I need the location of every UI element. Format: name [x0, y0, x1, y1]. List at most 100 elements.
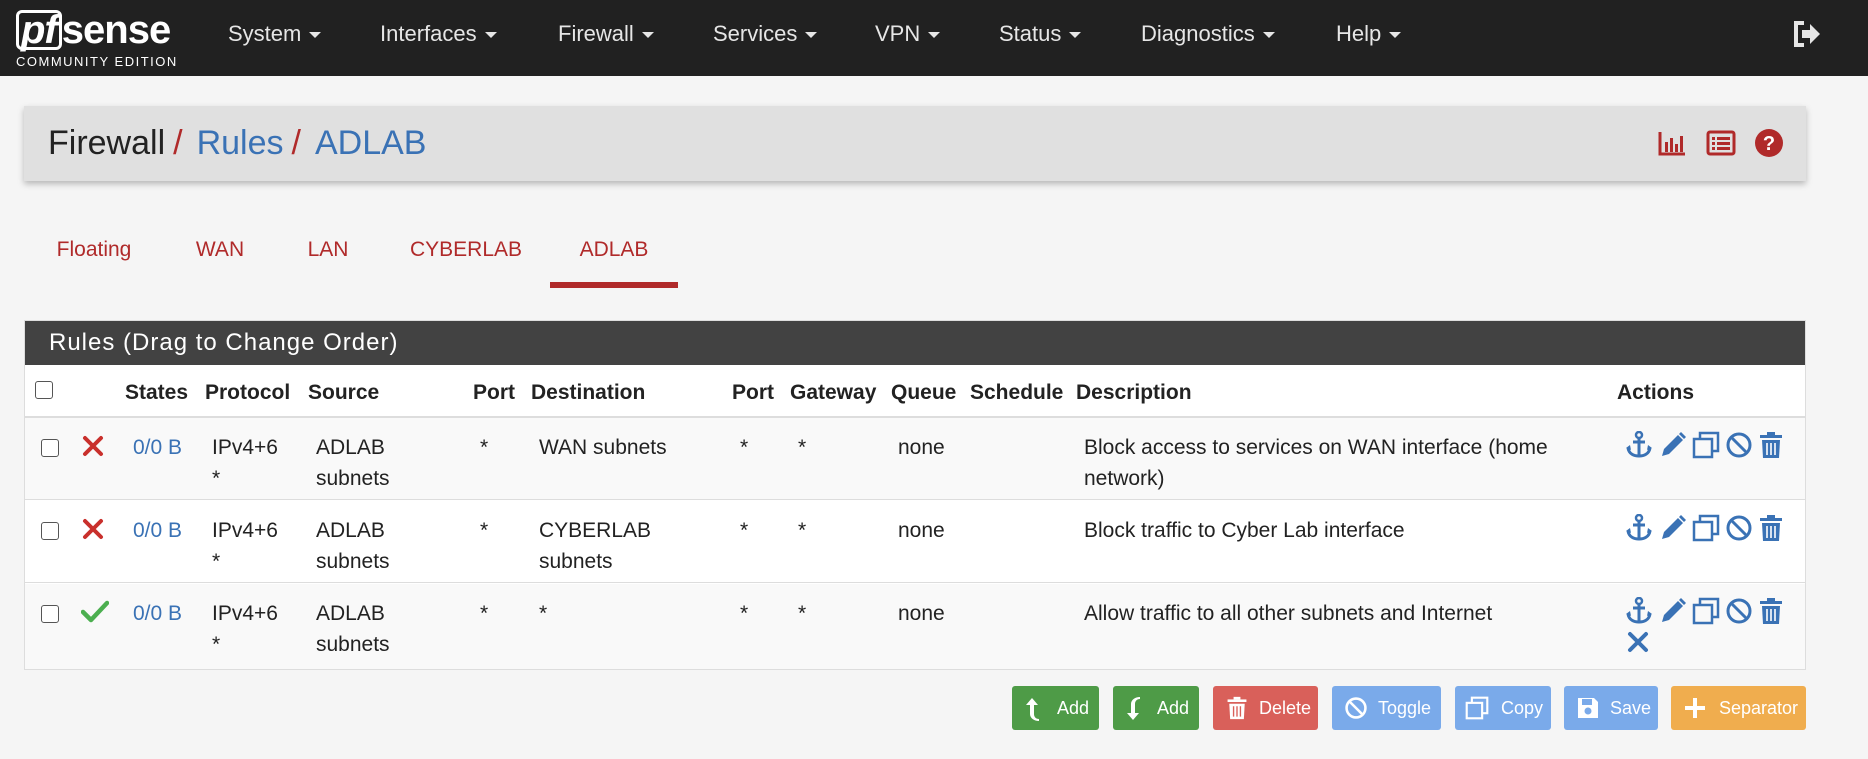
- dest-port-cell: *: [740, 519, 749, 542]
- copy-button[interactable]: Copy: [1455, 686, 1551, 730]
- edit-pencil-icon[interactable]: [1659, 514, 1687, 542]
- caret-down-icon: [805, 32, 818, 39]
- description-cell: Block traffic to Cyber Lab interface: [1084, 519, 1405, 542]
- col-header-source: Source: [308, 381, 380, 404]
- copy-rule-icon[interactable]: [1692, 597, 1720, 625]
- breadcrumb-rules-link[interactable]: Rules: [197, 124, 284, 162]
- block-x-icon: [81, 434, 105, 458]
- breadcrumb: Firewall / Rules / ADLAB: [48, 124, 426, 163]
- row-select-checkbox[interactable]: [41, 605, 59, 623]
- help-question-icon[interactable]: ?: [1754, 128, 1784, 158]
- tab-floating[interactable]: Floating: [54, 238, 134, 288]
- pfsense-logo[interactable]: pf sense COMMUNITY EDITION: [16, 6, 186, 70]
- add-bottom-button[interactable]: Add: [1113, 686, 1199, 730]
- toggle-button[interactable]: Toggle: [1332, 686, 1441, 730]
- edit-pencil-icon[interactable]: [1659, 597, 1687, 625]
- caret-down-icon: [641, 32, 654, 39]
- protocol-cell: IPv4+6 *: [212, 519, 278, 573]
- breadcrumb-shortcuts: ?: [1643, 128, 1784, 160]
- col-header-actions: Actions: [1617, 381, 1695, 404]
- floppy-disk-icon: [1578, 698, 1598, 718]
- description-cell: Allow traffic to all other subnets and I…: [1084, 602, 1493, 625]
- copy-icon: [1465, 696, 1489, 720]
- arrow-turn-up-icon: [1026, 698, 1039, 721]
- protocol-cell: IPv4+6 *: [212, 602, 278, 656]
- breadcrumb-separator: /: [291, 124, 301, 162]
- col-header-gateway: Gateway: [790, 381, 877, 404]
- logout-icon[interactable]: [1792, 20, 1822, 48]
- nav-system-menu[interactable]: System: [228, 0, 322, 68]
- source-cell: ADLAB subnets: [316, 519, 390, 573]
- tab-cyberlab[interactable]: CYBERLAB: [410, 238, 522, 288]
- source-cell: ADLAB subnets: [316, 436, 390, 490]
- col-header-states: States: [125, 381, 189, 404]
- separator-button[interactable]: Separator: [1671, 686, 1806, 730]
- arrow-turn-down-icon: [1127, 697, 1140, 720]
- tab-wan[interactable]: WAN: [194, 238, 246, 288]
- save-button[interactable]: Save: [1564, 686, 1658, 730]
- port-cell: *: [480, 519, 489, 542]
- copy-rule-icon[interactable]: [1692, 431, 1720, 459]
- nav-diagnostics-menu[interactable]: Diagnostics: [1141, 0, 1275, 68]
- add-top-button[interactable]: Add: [1012, 686, 1099, 730]
- caret-down-icon: [1262, 32, 1275, 39]
- delete-x-icon[interactable]: [1625, 629, 1651, 655]
- logo-edition: COMMUNITY EDITION: [16, 54, 178, 69]
- delete-trash-icon[interactable]: [1757, 431, 1785, 459]
- delete-trash-icon[interactable]: [1757, 514, 1785, 542]
- table-row[interactable]: 0/0 B IPv4+6 * ADLAB subnets * * * * none …: [25, 584, 1805, 669]
- row-select-checkbox[interactable]: [41, 522, 59, 540]
- port-cell: *: [480, 436, 489, 459]
- disable-ban-icon[interactable]: [1725, 597, 1753, 625]
- panel-title: Rules (Drag to Change Order): [25, 321, 1805, 365]
- dest-port-cell: *: [740, 436, 749, 459]
- anchor-icon[interactable]: [1625, 596, 1653, 625]
- delete-button[interactable]: Delete: [1213, 686, 1318, 730]
- nav-services-menu[interactable]: Services: [713, 0, 818, 68]
- breadcrumb-adlab-link[interactable]: ADLAB: [315, 124, 427, 162]
- anchor-icon[interactable]: [1625, 513, 1653, 542]
- queue-cell: none: [898, 519, 945, 542]
- table-row[interactable]: 0/0 B IPv4+6 * ADLAB subnets * CYBERLAB sub…: [25, 501, 1805, 583]
- top-navbar: pf sense COMMUNITY EDITION System Interfa…: [0, 0, 1868, 76]
- col-header-port: Port: [473, 381, 515, 404]
- row-select-checkbox[interactable]: [41, 439, 59, 457]
- states-link[interactable]: 0/0 B: [133, 598, 182, 629]
- states-link[interactable]: 0/0 B: [133, 432, 182, 463]
- destination-cell: *: [539, 602, 548, 625]
- dest-port-cell: *: [740, 602, 749, 625]
- col-header-schedule: Schedule: [970, 381, 1064, 404]
- nav-help-menu[interactable]: Help: [1336, 0, 1402, 68]
- caret-down-icon: [484, 32, 497, 39]
- nav-firewall-menu[interactable]: Firewall: [558, 0, 654, 68]
- tab-lan[interactable]: LAN: [305, 238, 351, 288]
- col-header-protocol: Protocol: [205, 381, 291, 404]
- table-row[interactable]: 0/0 B IPv4+6 * ADLAB subnets * WAN subnets…: [25, 418, 1805, 500]
- bar-chart-icon[interactable]: [1657, 128, 1687, 158]
- plus-icon: [1685, 698, 1705, 718]
- log-list-icon[interactable]: [1706, 128, 1736, 158]
- logo-wordmark: pf sense: [16, 6, 171, 54]
- protocol-cell: IPv4+6 *: [212, 436, 278, 490]
- ban-icon: [1345, 697, 1367, 719]
- nav-interfaces-menu[interactable]: Interfaces: [380, 0, 497, 68]
- copy-rule-icon[interactable]: [1692, 514, 1720, 542]
- disable-ban-icon[interactable]: [1725, 514, 1753, 542]
- breadcrumb-panel: Firewall / Rules / ADLAB ?: [24, 106, 1806, 181]
- col-header-destination: Destination: [531, 381, 646, 404]
- disable-ban-icon[interactable]: [1725, 431, 1753, 459]
- destination-cell: WAN subnets: [539, 436, 667, 459]
- port-cell: *: [480, 602, 489, 625]
- states-link[interactable]: 0/0 B: [133, 515, 182, 546]
- anchor-icon[interactable]: [1625, 430, 1653, 459]
- select-all-checkbox[interactable]: [35, 381, 53, 399]
- edit-pencil-icon[interactable]: [1659, 431, 1687, 459]
- caret-down-icon: [1069, 32, 1082, 39]
- queue-cell: none: [898, 436, 945, 459]
- svg-text:?: ?: [1763, 133, 1775, 155]
- nav-vpn-menu[interactable]: VPN: [875, 0, 941, 68]
- tab-adlab[interactable]: ADLAB: [550, 238, 678, 288]
- delete-trash-icon[interactable]: [1757, 597, 1785, 625]
- caret-down-icon: [928, 32, 941, 39]
- nav-status-menu[interactable]: Status: [999, 0, 1082, 68]
